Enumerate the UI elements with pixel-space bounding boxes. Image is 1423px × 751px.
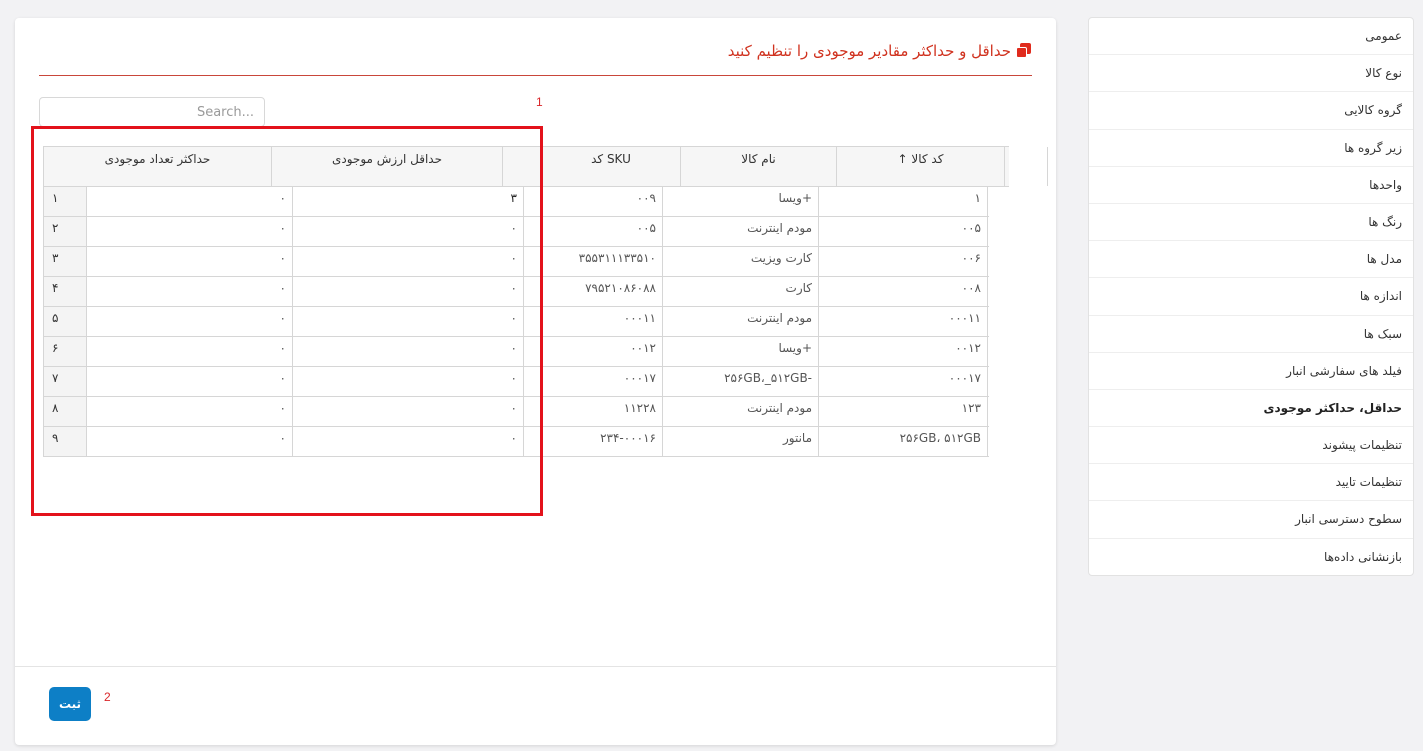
sidebar-item[interactable]: بازنشانی داده‌ها <box>1089 539 1413 576</box>
annotation-1: 1 <box>536 95 543 109</box>
sidebar-item[interactable]: حداقل، حداکثر موجودی <box>1089 390 1413 428</box>
code-cell: ۰۰۰۱۷ <box>819 367 988 396</box>
code-cell: ۰۰۱۲ <box>819 337 988 366</box>
name-cell: مودم اینترنت <box>663 397 819 426</box>
sidebar-item[interactable]: تنظیمات پیشوند <box>1089 427 1413 465</box>
column-header-sku[interactable]: کد SKU <box>542 147 681 186</box>
sidebar-item[interactable]: مدل ها <box>1089 241 1413 279</box>
sidebar-item[interactable]: تنظیمات تایید <box>1089 464 1413 502</box>
sku-cell: ۷۹۵۲۱۰۸۶۰۸۸ <box>524 277 663 306</box>
annotation-2: 2 <box>104 690 111 704</box>
page-title-row: حداقل و حداکثر مقادیر موجودی را تنظیم کن… <box>728 42 1031 60</box>
page-title: حداقل و حداکثر مقادیر موجودی را تنظیم کن… <box>727 42 1011 60</box>
footer-divider <box>15 666 1056 667</box>
code-cell: ۱۲۳ <box>819 397 988 426</box>
column-header-name[interactable]: نام کالا <box>681 147 837 186</box>
sidebar-item[interactable]: سطوح دسترسی انبار <box>1089 501 1413 539</box>
sku-cell: ۲۳۴-۰۰۰۱۶ <box>524 427 663 456</box>
code-cell: ۰۰۸ <box>819 277 988 306</box>
code-cell: ۲۵۶GB، ۵۱۲GB <box>819 427 988 456</box>
name-cell: کارت ویزیت <box>663 247 819 276</box>
name-cell: مودم اینترنت <box>663 307 819 336</box>
settings-sidebar: عمومی نوع کالا گروه کالایی زیر گروه ها واحده… <box>1088 17 1414 576</box>
sidebar-item[interactable]: واحدها <box>1089 167 1413 204</box>
sidebar-item[interactable]: نوع کالا <box>1089 55 1413 93</box>
code-cell: ۱ <box>819 187 988 216</box>
column-header-code[interactable]: ↑ کد کالا <box>837 147 1005 186</box>
sidebar-item[interactable]: گروه کالایی <box>1089 92 1413 130</box>
sku-cell: ۰۰۵ <box>524 217 663 246</box>
sidebar-item[interactable]: اندازه ها <box>1089 278 1413 316</box>
code-cell: ۰۰۰۱۱ <box>819 307 988 336</box>
sku-cell: ۰۰۰۱۱ <box>524 307 663 336</box>
name-cell: ۲۵۶GB،_۵۱۲GB- <box>663 367 819 396</box>
main-card: حداقل و حداکثر مقادیر موجودی را تنظیم کن… <box>15 18 1056 745</box>
search-input[interactable] <box>39 97 265 127</box>
sidebar-item[interactable]: سبک ها <box>1089 316 1413 353</box>
name-cell: مانتور <box>663 427 819 456</box>
column-header-select <box>1005 147 1048 186</box>
sidebar-item[interactable]: فیلد های سفارشی انبار <box>1089 353 1413 390</box>
sku-cell: ۱۱۲۲۸ <box>524 397 663 426</box>
save-button[interactable]: ثبت <box>49 687 91 721</box>
sku-cell: ۳۵۵۳۱۱۱۳۳۵۱۰ <box>524 247 663 276</box>
name-cell: ویسا+ <box>663 187 819 216</box>
copy-icon <box>1015 43 1031 59</box>
name-cell: کارت <box>663 277 819 306</box>
sku-cell: ۰۰۱۲ <box>524 337 663 366</box>
code-cell: ۰۰۶ <box>819 247 988 276</box>
sidebar-item[interactable]: زیر گروه ها <box>1089 130 1413 167</box>
name-cell: ویسا+ <box>663 337 819 366</box>
title-divider <box>39 75 1032 76</box>
name-cell: مودم اینترنت <box>663 217 819 246</box>
highlight-box <box>31 126 543 516</box>
sku-cell: ۰۰۰۱۷ <box>524 367 663 396</box>
sidebar-item[interactable]: عمومی <box>1089 18 1413 56</box>
sku-cell: ۰۰۹ <box>524 187 663 216</box>
code-cell: ۰۰۵ <box>819 217 988 246</box>
sidebar-item[interactable]: رنگ ها <box>1089 204 1413 242</box>
